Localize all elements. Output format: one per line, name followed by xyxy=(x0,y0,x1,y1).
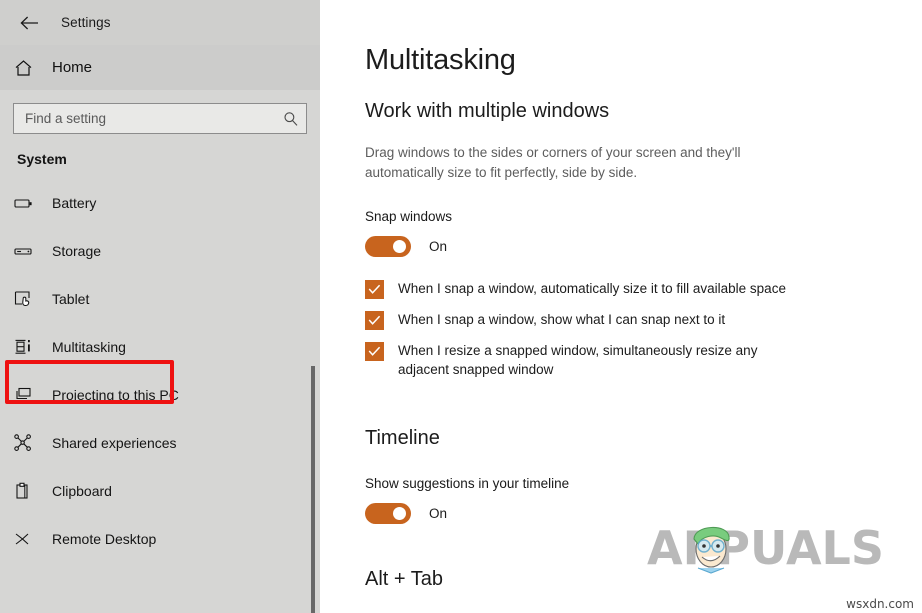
checkbox-show-snap-next[interactable] xyxy=(365,311,384,330)
check-icon xyxy=(368,315,381,325)
sidebar-item-shared-experiences[interactable]: Shared experiences xyxy=(0,419,320,467)
back-arrow-icon xyxy=(19,16,38,29)
section-heading-work-with-multiple-windows: Work with multiple windows xyxy=(365,100,610,122)
sidebar-item-battery[interactable]: Battery xyxy=(0,179,320,227)
sidebar-group-title: System xyxy=(17,151,67,167)
sidebar-item-remote-desktop[interactable]: Remote Desktop xyxy=(0,515,320,563)
check-icon xyxy=(368,284,381,294)
sidebar-item-label: Remote Desktop xyxy=(52,531,157,547)
home-icon xyxy=(14,59,40,77)
sidebar-item-label: Tablet xyxy=(52,291,90,307)
checkbox-label: When I resize a snapped window, simultan… xyxy=(398,343,758,377)
watermark-text: APPUALS xyxy=(646,521,884,575)
page-title: Multitasking xyxy=(365,44,516,76)
checkbox-label: When I snap a window, automatically size… xyxy=(398,281,786,296)
search-icon[interactable] xyxy=(276,111,306,127)
checkbox-auto-size[interactable] xyxy=(365,280,384,299)
checkbox-label: When I snap a window, show what I can sn… xyxy=(398,312,726,327)
timeline-suggestions-label: Show suggestions in your timeline xyxy=(365,476,570,491)
search-input[interactable] xyxy=(14,104,276,133)
sidebar-item-label: Battery xyxy=(52,195,97,211)
sidebar-nav-list: Battery Storage Tablet Multitasking Proj… xyxy=(0,179,320,563)
title-bar: Settings xyxy=(0,0,320,45)
checkbox-row[interactable]: When I snap a window, automatically size… xyxy=(365,279,922,299)
search-box[interactable] xyxy=(13,103,307,134)
search-container xyxy=(0,90,320,134)
storage-icon xyxy=(14,244,40,258)
projecting-icon xyxy=(14,386,40,404)
remote-desktop-icon xyxy=(14,530,40,548)
snap-windows-toggle-state: On xyxy=(429,239,448,254)
sidebar-item-label: Multitasking xyxy=(52,339,126,355)
shared-experiences-icon xyxy=(14,434,40,452)
snap-options-list: When I snap a window, automatically size… xyxy=(365,279,922,379)
toggle-knob xyxy=(393,240,406,253)
checkbox-row[interactable]: When I snap a window, show what I can sn… xyxy=(365,310,922,330)
check-icon xyxy=(368,346,381,356)
sidebar-item-label: Storage xyxy=(52,243,102,259)
sidebar-item-label: Clipboard xyxy=(52,483,112,499)
battery-icon xyxy=(14,196,40,210)
checkbox-row[interactable]: When I resize a snapped window, simultan… xyxy=(365,341,922,379)
watermark-appuals: APPUALS xyxy=(646,521,884,575)
section-heading-alt-tab: Alt + Tab xyxy=(365,568,444,590)
clipboard-icon xyxy=(14,482,40,500)
tablet-icon xyxy=(14,290,40,308)
settings-window: Settings Home Syste xyxy=(0,0,922,613)
sidebar-item-label: Shared experiences xyxy=(52,435,177,451)
section-description: Drag windows to the sides or corners of … xyxy=(365,145,741,180)
sidebar-item-label: Projecting to this PC xyxy=(52,387,179,403)
snap-windows-label: Snap windows xyxy=(365,209,453,224)
sidebar-item-clipboard[interactable]: Clipboard xyxy=(0,467,320,515)
back-button[interactable] xyxy=(12,8,46,38)
snap-windows-toggle-row: On xyxy=(365,236,922,257)
checkbox-simultaneous-resize[interactable] xyxy=(365,342,384,361)
timeline-toggle-state: On xyxy=(429,506,448,521)
sidebar-item-multitasking[interactable]: Multitasking xyxy=(0,323,320,371)
sidebar-scrollbar-thumb[interactable] xyxy=(311,366,315,613)
sidebar-item-tablet[interactable]: Tablet xyxy=(0,275,320,323)
timeline-suggestions-toggle[interactable] xyxy=(365,503,411,524)
toggle-knob xyxy=(393,507,406,520)
sidebar-item-storage[interactable]: Storage xyxy=(0,227,320,275)
multitasking-icon xyxy=(14,338,40,356)
timeline-toggle-row: On xyxy=(365,503,922,524)
sidebar-item-home[interactable]: Home xyxy=(0,45,320,90)
main-content: Multitasking Work with multiple windows … xyxy=(320,0,922,613)
snap-windows-toggle[interactable] xyxy=(365,236,411,257)
corner-url-label: wsxdn.com xyxy=(846,597,914,611)
sidebar-item-label-home: Home xyxy=(52,59,93,76)
sidebar-item-projecting-to-this-pc[interactable]: Projecting to this PC xyxy=(0,371,320,419)
sidebar: Settings Home Syste xyxy=(0,0,320,613)
window-title: Settings xyxy=(61,15,111,30)
section-heading-timeline: Timeline xyxy=(365,427,440,449)
